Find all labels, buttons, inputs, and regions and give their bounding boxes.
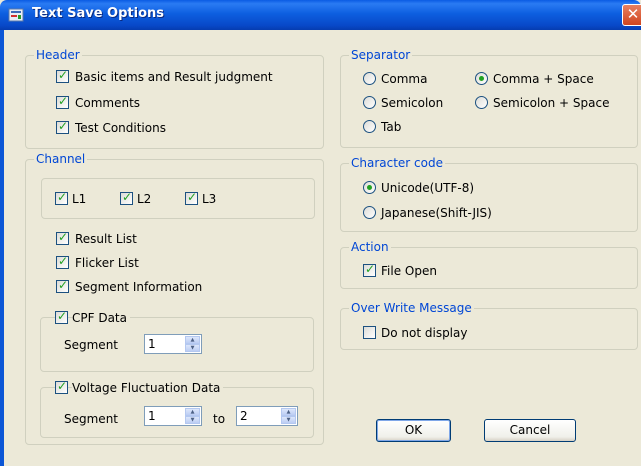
comma-space-label: Comma + Space xyxy=(493,72,594,86)
l2-label: L2 xyxy=(137,192,152,206)
comma-radio[interactable] xyxy=(363,72,376,85)
character-code-group: Character code xyxy=(340,156,638,232)
spin-down-icon[interactable]: ▼ xyxy=(185,416,200,424)
l1-checkbox[interactable]: ✓ xyxy=(55,190,68,205)
comments-checkbox[interactable]: ✓ xyxy=(56,94,69,109)
cpf-segment-spinner[interactable]: 1 ▲ ▼ xyxy=(144,334,202,354)
do-not-display-label: Do not display xyxy=(381,326,468,340)
flicker-list-checkbox[interactable]: ✓ xyxy=(56,254,69,269)
vfd-from-arrows: ▲ ▼ xyxy=(185,408,200,424)
basic-items-label: Basic items and Result judgment xyxy=(75,70,273,84)
title-bar[interactable]: Text Save Options ✕ xyxy=(0,0,641,30)
tab-radio[interactable] xyxy=(363,120,376,133)
vfd-to-arrows: ▲ ▼ xyxy=(281,408,296,424)
semicolon-space-label: Semicolon + Space xyxy=(493,96,610,110)
action-legend: Action xyxy=(349,240,391,254)
l1-label: L1 xyxy=(72,192,87,206)
segment-information-checkbox[interactable]: ✓ xyxy=(56,278,69,293)
file-open-label: File Open xyxy=(381,264,437,278)
unicode-label: Unicode(UTF-8) xyxy=(381,181,475,195)
vfd-from-value: 1 xyxy=(148,409,156,423)
basic-items-checkbox[interactable]: ✓ xyxy=(56,68,69,83)
cpf-data-checkbox[interactable]: ✓ xyxy=(55,309,68,324)
file-open-checkbox[interactable]: ✓ xyxy=(363,262,376,277)
spin-up-icon[interactable]: ▲ xyxy=(281,408,296,416)
segment-information-label: Segment Information xyxy=(75,280,203,294)
flicker-list-label: Flicker List xyxy=(75,256,139,270)
spin-down-icon[interactable]: ▼ xyxy=(281,416,296,424)
app-icon xyxy=(8,8,24,22)
dialog-window: Text Save Options ✕ Header ✓ Basic items… xyxy=(0,0,641,466)
channel-legend: Channel xyxy=(34,152,88,166)
l3-checkbox[interactable]: ✓ xyxy=(185,190,198,205)
overwrite-message-legend: Over Write Message xyxy=(349,301,474,315)
l2-checkbox[interactable]: ✓ xyxy=(120,190,133,205)
spin-down-icon[interactable]: ▼ xyxy=(185,344,200,352)
unicode-radio[interactable] xyxy=(363,181,376,194)
do-not-display-checkbox[interactable] xyxy=(363,326,376,339)
vfd-to-label: to xyxy=(213,412,226,426)
shift-jis-label: Japanese(Shift-JIS) xyxy=(381,206,492,220)
cancel-button[interactable]: Cancel xyxy=(484,419,576,442)
close-icon[interactable]: ✕ xyxy=(622,4,641,26)
semicolon-radio[interactable] xyxy=(363,96,376,109)
vfd-to-spinner[interactable]: 2 ▲ ▼ xyxy=(236,406,298,426)
spin-up-icon[interactable]: ▲ xyxy=(185,408,200,416)
voltage-fluctuation-checkbox[interactable]: ✓ xyxy=(55,379,68,394)
window-title: Text Save Options xyxy=(32,6,164,21)
cpf-data-label: CPF Data xyxy=(72,311,130,325)
result-list-label: Result List xyxy=(75,232,137,246)
test-conditions-label: Test Conditions xyxy=(75,121,166,135)
window-frame-left xyxy=(0,30,4,466)
vfd-segment-label: Segment xyxy=(64,412,118,426)
comma-space-radio[interactable] xyxy=(475,72,488,85)
voltage-fluctuation-label: Voltage Fluctuation Data xyxy=(72,381,224,395)
semicolon-space-radio[interactable] xyxy=(475,96,488,109)
separator-legend: Separator xyxy=(349,48,413,62)
cpf-segment-arrows: ▲ ▼ xyxy=(185,336,200,352)
cpf-segment-label: Segment xyxy=(64,338,118,352)
semicolon-label: Semicolon xyxy=(381,96,444,110)
vfd-from-spinner[interactable]: 1 ▲ ▼ xyxy=(144,406,202,426)
comments-label: Comments xyxy=(75,96,141,110)
tab-label: Tab xyxy=(381,120,402,134)
spin-up-icon[interactable]: ▲ xyxy=(185,336,200,344)
cpf-segment-value: 1 xyxy=(148,337,156,351)
result-list-checkbox[interactable]: ✓ xyxy=(56,230,69,245)
character-code-legend: Character code xyxy=(349,156,445,170)
vfd-to-value: 2 xyxy=(240,409,248,423)
comma-label: Comma xyxy=(381,72,428,86)
test-conditions-checkbox[interactable]: ✓ xyxy=(56,119,69,134)
header-legend: Header xyxy=(34,48,82,62)
ok-button[interactable]: OK xyxy=(376,419,451,442)
l3-label: L3 xyxy=(202,192,217,206)
shift-jis-radio[interactable] xyxy=(363,206,376,219)
